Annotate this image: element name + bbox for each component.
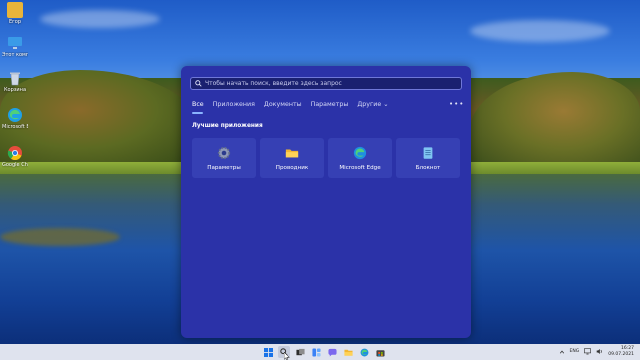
top-app-label: Параметры <box>207 164 241 171</box>
taskbar-edge-button[interactable] <box>358 346 370 358</box>
notepad-icon <box>423 146 433 159</box>
desktop-icon-this-pc[interactable]: Этот компьютер <box>2 35 28 58</box>
more-options-button[interactable]: ••• <box>449 100 464 108</box>
clock-date: 09.07.2021 <box>608 351 634 357</box>
volume-icon[interactable] <box>596 348 603 355</box>
desktop-icon-label: Microsoft Edge <box>2 124 28 130</box>
desktop-icon-label: Корзина <box>3 87 27 93</box>
search-box[interactable] <box>190 77 462 90</box>
task-view-icon <box>295 348 305 355</box>
taskbar-store-button[interactable] <box>374 346 386 358</box>
wallpaper-reeds <box>0 228 120 246</box>
store-icon <box>375 349 385 357</box>
file-explorer-icon <box>343 349 353 356</box>
computer-icon <box>7 35 23 51</box>
wallpaper-cloud <box>470 20 610 42</box>
edge-icon <box>360 348 368 356</box>
tab-all[interactable]: Все <box>192 101 204 108</box>
network-icon[interactable] <box>584 348 592 355</box>
top-app-edge[interactable]: Microsoft Edge <box>328 138 392 178</box>
desktop-icon-user-folder[interactable]: Егор <box>2 2 28 25</box>
chevron-up-icon[interactable] <box>559 349 565 355</box>
system-tray: ENG 16:27 09.07.2021 <box>559 346 634 357</box>
edge-icon <box>353 146 367 159</box>
tab-more-dropdown[interactable]: Другие ⌄ <box>357 101 388 108</box>
tab-documents[interactable]: Документы <box>264 101 302 108</box>
taskbar-pinned-apps <box>262 346 386 358</box>
top-app-label: Проводник <box>275 164 309 171</box>
taskbar: ENG 16:27 09.07.2021 <box>0 344 640 360</box>
taskbar-task-view-button[interactable] <box>294 346 306 358</box>
recycle-bin-icon <box>7 70 23 86</box>
top-apps-list: Параметры Проводник Microsoft Edge Блокн… <box>192 138 460 178</box>
tab-settings[interactable]: Параметры <box>311 101 349 108</box>
top-app-label: Блокнот <box>415 164 441 171</box>
top-app-label: Microsoft Edge <box>339 164 381 171</box>
taskbar-chat-button[interactable] <box>326 346 338 358</box>
clock[interactable]: 16:27 09.07.2021 <box>608 346 634 357</box>
top-app-file-explorer[interactable]: Проводник <box>260 138 324 178</box>
taskbar-widgets-button[interactable] <box>310 346 322 358</box>
desktop-icon-label: Этот компьютер <box>2 52 28 58</box>
user-folder-icon <box>7 2 23 18</box>
chat-icon <box>327 348 337 357</box>
taskbar-file-explorer-button[interactable] <box>342 346 354 358</box>
top-app-settings[interactable]: Параметры <box>192 138 256 178</box>
start-icon <box>263 347 273 357</box>
wallpaper-cloud <box>40 10 160 28</box>
taskbar-start-button[interactable] <box>262 346 274 358</box>
desktop-icon-chrome[interactable]: Google Chrome <box>2 145 28 168</box>
section-title-top-apps: Лучшие приложения <box>192 123 263 129</box>
widgets-icon <box>311 347 321 357</box>
chrome-icon <box>7 145 23 161</box>
search-tabs: Все Приложения Документы Параметры Други… <box>192 101 389 108</box>
desktop-icon-recycle-bin[interactable]: Корзина <box>2 70 28 93</box>
mouse-cursor <box>284 352 290 360</box>
language-indicator[interactable]: ENG <box>570 349 580 354</box>
active-tab-indicator <box>192 112 203 114</box>
tab-apps[interactable]: Приложения <box>213 101 255 108</box>
search-icon <box>195 80 202 87</box>
search-input[interactable] <box>205 80 455 87</box>
search-panel: Все Приложения Документы Параметры Други… <box>181 66 471 338</box>
desktop-icon-label: Google Chrome <box>2 162 28 168</box>
desktop-icon-label: Егор <box>8 19 22 25</box>
edge-icon <box>7 107 23 123</box>
top-app-notepad[interactable]: Блокнот <box>396 138 460 178</box>
file-explorer-icon <box>285 149 299 157</box>
settings-gear-icon <box>217 146 231 159</box>
desktop-icon-edge[interactable]: Microsoft Edge <box>2 107 28 130</box>
